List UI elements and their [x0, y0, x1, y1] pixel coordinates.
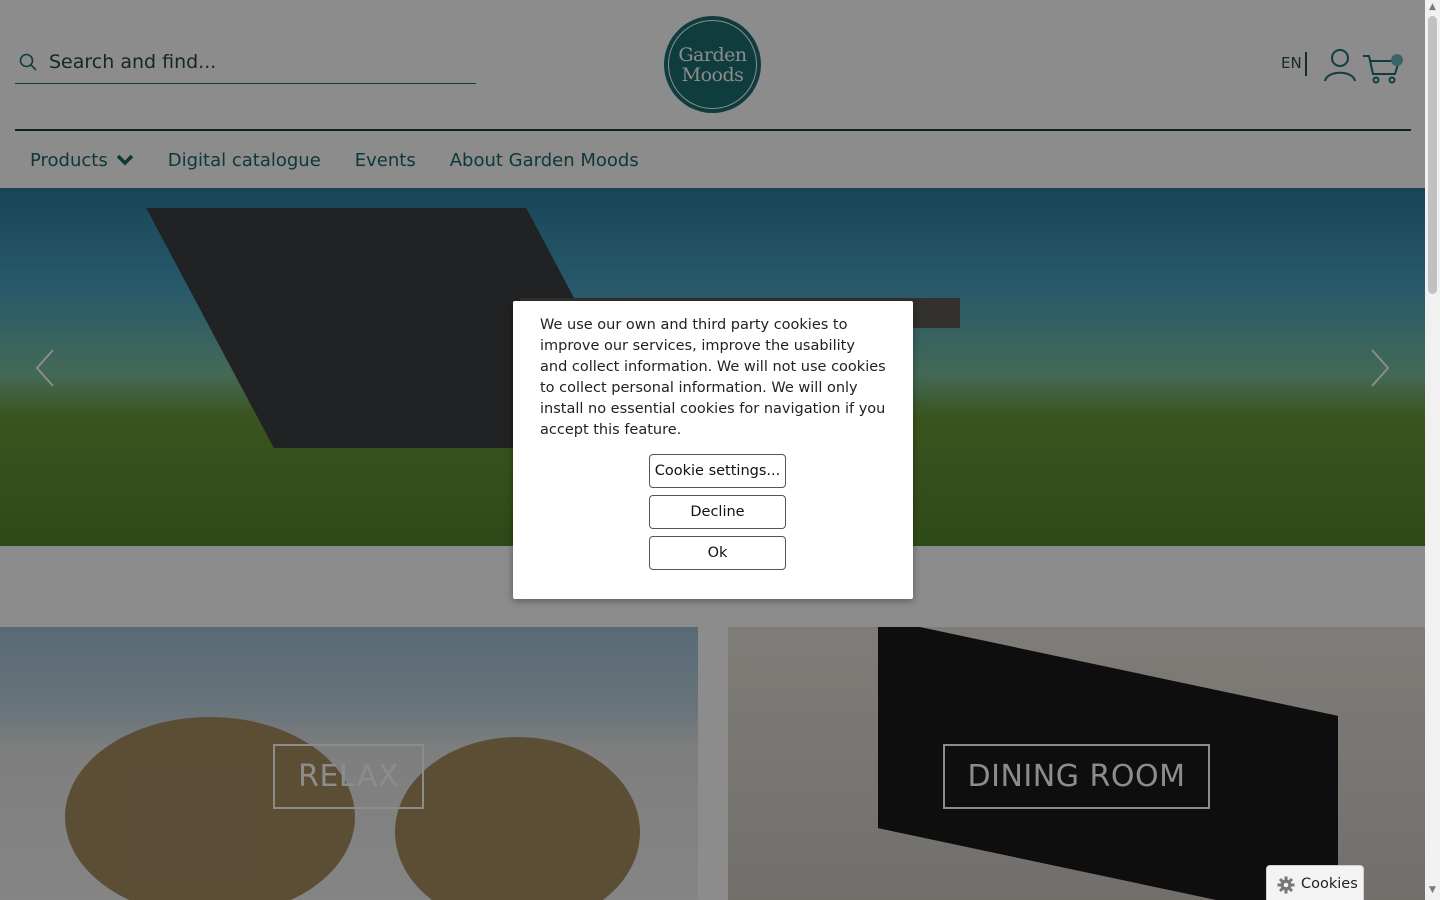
cookies-settings-tab[interactable]: Cookies — [1266, 865, 1364, 900]
gear-icon — [1277, 876, 1295, 894]
cookie-consent-dialog: We use our own and third party cookies t… — [513, 301, 913, 599]
cookie-settings-button[interactable]: Cookie settings... — [649, 454, 786, 488]
scrollbar-thumb[interactable] — [1428, 16, 1437, 294]
scroll-down-icon[interactable]: ▼ — [1428, 886, 1437, 895]
ok-button[interactable]: Ok — [649, 536, 786, 570]
cookies-tab-label: Cookies — [1301, 876, 1358, 892]
page-scrollbar[interactable]: ▲ ▼ — [1425, 0, 1440, 900]
scroll-up-icon[interactable]: ▲ — [1428, 3, 1437, 12]
decline-button[interactable]: Decline — [649, 495, 786, 529]
cookie-consent-text: We use our own and third party cookies t… — [540, 317, 886, 438]
